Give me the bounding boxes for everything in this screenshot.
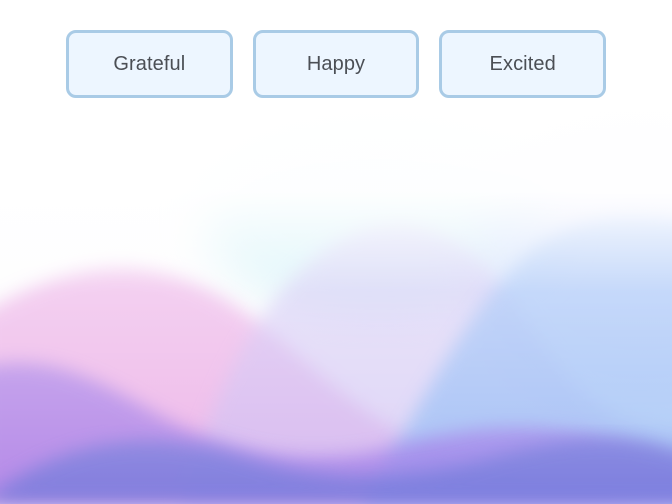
mood-option-excited[interactable]: Excited: [439, 30, 607, 98]
mood-selection-screen: Grateful Happy Excited: [0, 0, 672, 504]
mood-option-happy[interactable]: Happy: [252, 30, 420, 98]
mood-option-grateful[interactable]: Grateful: [66, 30, 233, 98]
mood-options: Grateful Happy Excited: [66, 30, 607, 98]
